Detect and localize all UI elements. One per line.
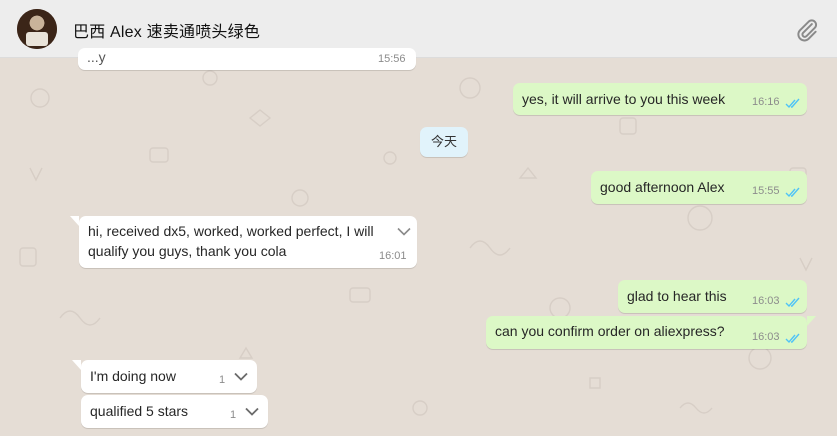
message-text: can you confirm order on aliexpress? xyxy=(495,323,725,339)
double-check-icon xyxy=(785,187,800,198)
message-text: qualified 5 stars xyxy=(90,403,189,419)
contact-name[interactable]: 巴西 Alex 速卖通喷头绿色 xyxy=(73,18,260,42)
message-bubble-incoming[interactable]: qualified 5 stars 1 xyxy=(81,395,268,428)
message-text-line-2: qualify you guys, thank you cola xyxy=(88,243,287,259)
bubble-tail xyxy=(70,216,79,226)
double-check-icon xyxy=(785,297,800,308)
message-time: 15:56 xyxy=(378,53,406,65)
avatar-photo-detail xyxy=(26,32,48,46)
bubble-tail xyxy=(807,316,816,326)
bubble-tail xyxy=(72,360,81,370)
message-time: 16:03 xyxy=(752,331,780,343)
message-bubble-outgoing[interactable]: yes, it will arrive to you this week 16:… xyxy=(513,83,807,115)
message-text: good afternoon Alex xyxy=(600,179,725,195)
message-bubble-outgoing[interactable]: good afternoon Alex 15:55 xyxy=(591,171,807,204)
message-time: 16:01 xyxy=(379,250,407,262)
chevron-down-icon[interactable] xyxy=(234,372,248,381)
double-check-icon xyxy=(785,333,800,344)
message-text: yes, it will arrive to you this week xyxy=(522,91,726,107)
message-text: glad to hear this xyxy=(627,288,727,304)
message-time: 15:55 xyxy=(752,185,780,197)
message-time: 16:03 xyxy=(752,295,780,307)
message-bubble-incoming[interactable]: I'm doing now 1 xyxy=(81,360,257,393)
message-bubble-incoming[interactable]: ...y 15:56 xyxy=(78,48,416,70)
message-list[interactable]: ...y 15:56 yes, it will arrive to you th… xyxy=(0,48,837,436)
message-time: 1 xyxy=(230,409,237,421)
message-text: ...y xyxy=(87,49,106,65)
chevron-down-icon[interactable] xyxy=(397,227,411,236)
message-text-line-1: hi, received dx5, worked, worked perfect… xyxy=(88,223,374,239)
message-time: 16:16 xyxy=(752,96,780,108)
message-text: I'm doing now xyxy=(90,368,176,384)
double-check-icon xyxy=(785,98,800,109)
chevron-down-icon[interactable] xyxy=(245,407,259,416)
message-time: 1 xyxy=(219,374,226,386)
message-bubble-outgoing[interactable]: glad to hear this 16:03 xyxy=(618,280,807,313)
paperclip-icon[interactable] xyxy=(794,17,820,43)
message-bubble-incoming[interactable]: hi, received dx5, worked, worked perfect… xyxy=(79,216,417,268)
whatsapp-chat-window: 巴西 Alex 速卖通喷头绿色 ...y 15:56 yes, it will … xyxy=(0,0,837,436)
contact-avatar[interactable] xyxy=(17,9,57,49)
message-bubble-outgoing[interactable]: can you confirm order on aliexpress? 16:… xyxy=(486,316,807,349)
date-separator: 今天 xyxy=(420,127,468,157)
